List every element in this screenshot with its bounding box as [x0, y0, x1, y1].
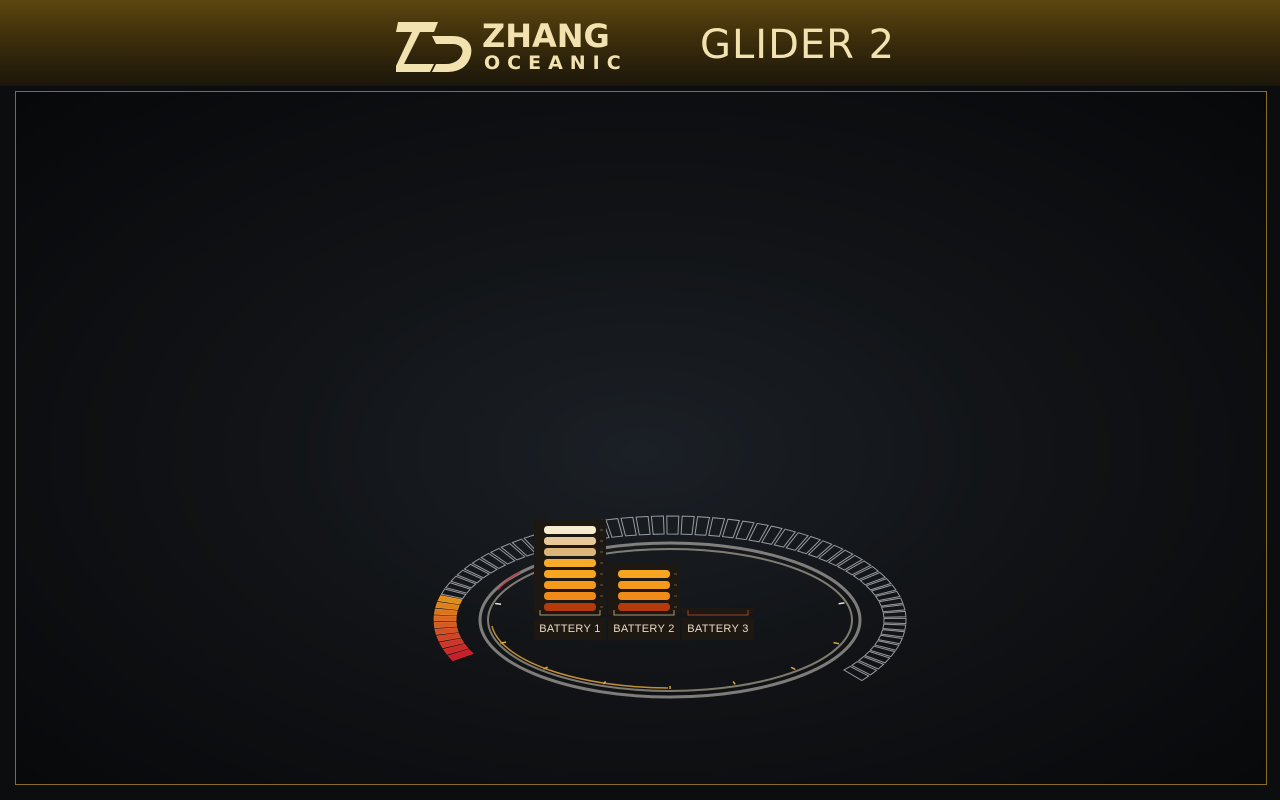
- battery-3-label-box: BATTERY 3: [682, 618, 754, 640]
- battery-3-label: BATTERY 3: [687, 623, 749, 635]
- header-bar: ZHANG OCEANIC GLIDER 2: [0, 0, 1280, 86]
- battery-1-label-box: BATTERY 1: [534, 618, 606, 640]
- brand-logo: ZHANG OCEANIC: [396, 18, 658, 74]
- zd-logo-mark-icon: [396, 22, 472, 72]
- battery-2-label: BATTERY 2: [613, 623, 675, 635]
- battery-1-label: BATTERY 1: [539, 623, 601, 635]
- brand-name: ZHANG: [482, 17, 610, 55]
- main-view-frame: [15, 91, 1267, 785]
- battery-2-label-box: BATTERY 2: [608, 618, 680, 640]
- product-title: GLIDER 2: [700, 22, 896, 68]
- brand-subtitle: OCEANIC: [484, 52, 628, 74]
